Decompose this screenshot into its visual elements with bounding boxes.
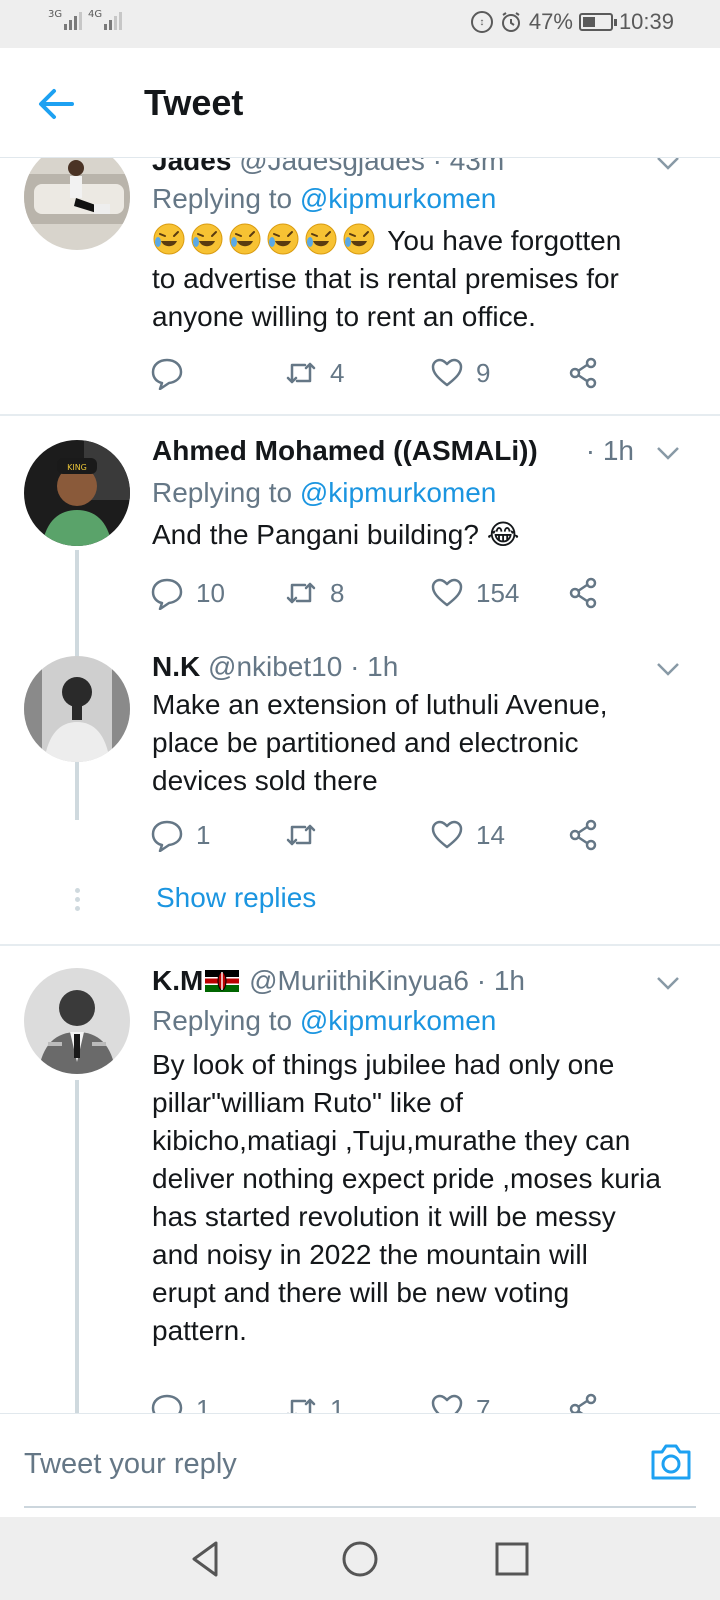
reply-button[interactable] — [150, 356, 196, 390]
chevron-down-icon[interactable] — [656, 446, 680, 460]
reply-button[interactable]: 1 — [150, 1392, 210, 1413]
chevron-down-icon[interactable] — [656, 662, 680, 676]
like-button[interactable]: 9 — [430, 356, 490, 390]
tweet-text: You have forgotten to advertise that is … — [152, 222, 686, 336]
avatar[interactable] — [24, 656, 130, 762]
replying-to: Replying to @kipmurkomen — [152, 183, 497, 214]
heart-icon — [431, 1394, 463, 1413]
share-button[interactable] — [566, 1392, 600, 1413]
avatar[interactable] — [24, 968, 130, 1074]
show-replies-link[interactable]: Show replies — [156, 882, 316, 914]
replying-to: Replying to @kipmurkomen — [152, 1005, 497, 1036]
thread-dots — [75, 888, 80, 915]
retweet-icon — [287, 1398, 316, 1413]
heart-icon — [431, 358, 463, 387]
alarm-icon — [501, 12, 520, 32]
data-saver-icon: ↕ — [470, 11, 493, 33]
thread-line — [75, 1080, 79, 1413]
replying-to: Replying to @kipmurkomen — [152, 477, 497, 508]
share-icon — [569, 357, 597, 389]
emoji-row — [152, 223, 387, 256]
nav-back-icon[interactable] — [184, 1537, 228, 1581]
tweet-author-line: Jades @Jadesgjades · 43m — [152, 158, 686, 180]
reply-icon — [151, 820, 183, 852]
retweet-button[interactable]: 8 — [284, 576, 344, 610]
chevron-down-icon[interactable] — [656, 976, 680, 990]
tweet-text: And the Pangani building? 😂 — [152, 519, 520, 550]
retweet-icon — [286, 582, 316, 604]
mention-link[interactable]: @kipmurkomen — [300, 1005, 496, 1036]
author-handle[interactable]: @Jadesgjades — [239, 158, 425, 176]
heart-icon — [431, 820, 463, 849]
rofl-emoji-icon — [229, 223, 261, 255]
like-button[interactable]: 7 — [430, 1392, 490, 1413]
author-name[interactable]: K.M — [152, 965, 203, 996]
reply-icon — [151, 578, 183, 610]
nav-recents-icon[interactable] — [490, 1537, 534, 1581]
tweet-text: By look of things jubilee had only one p… — [152, 1049, 661, 1346]
rofl-emoji-icon — [153, 223, 185, 255]
share-button[interactable] — [566, 576, 600, 610]
share-button[interactable] — [566, 356, 600, 390]
tweet-time: · 1h — [585, 435, 634, 466]
mention-link[interactable]: @kipmurkomen — [300, 477, 496, 508]
clock: 10:39 — [618, 9, 674, 34]
like-button[interactable]: 154 — [430, 576, 519, 610]
retweet-icon — [286, 362, 316, 384]
sim2-signal-icon: 4G — [88, 10, 123, 30]
share-icon — [569, 1393, 597, 1413]
rofl-emoji-icon — [305, 223, 337, 255]
reply-input-underline — [24, 1506, 696, 1508]
reply-icon — [151, 358, 183, 390]
author-name[interactable]: N.K — [152, 651, 200, 682]
reply-input[interactable]: Tweet your reply — [24, 1448, 237, 1481]
share-icon — [569, 819, 597, 851]
tweet-author-line: K.M @MuriithiKinyua6 · 1h — [152, 962, 686, 1000]
author-name[interactable]: Ahmed Mohamed ((ASMALi)) — [152, 435, 538, 466]
svg-text:KING: KING — [67, 463, 87, 472]
chevron-down-icon[interactable] — [656, 158, 680, 170]
retweet-button[interactable]: 4 — [284, 356, 344, 390]
like-button[interactable]: 14 — [430, 818, 505, 852]
author-handle[interactable]: @nkibet10 · 1h — [208, 651, 398, 682]
retweet-icon — [286, 824, 316, 846]
reply-button[interactable]: 1 — [150, 818, 210, 852]
kenya-flag-icon — [205, 970, 240, 992]
avatar[interactable]: KING — [24, 440, 130, 546]
mention-link[interactable]: @kipmurkomen — [300, 183, 496, 214]
status-bar: 3G 4G ↕ 47% 10:39 — [0, 0, 720, 48]
tweet-text: Make an extension of luthuli Avenue, pla… — [152, 689, 608, 796]
system-nav-bar — [0, 1517, 720, 1600]
reply-tweet[interactable]: Jades @Jadesgjades · 43m Replying to @ki… — [0, 158, 720, 416]
retweet-button[interactable]: 1 — [284, 1392, 344, 1413]
rofl-emoji-icon — [191, 223, 223, 255]
author-handle[interactable]: @MuriithiKinyua6 · 1h — [249, 965, 525, 996]
page-title: Tweet — [144, 82, 244, 123]
camera-icon[interactable] — [648, 1438, 694, 1484]
reply-composer: Tweet your reply — [0, 1413, 720, 1517]
back-arrow-icon[interactable] — [34, 82, 78, 126]
avatar[interactable] — [24, 158, 130, 250]
heart-icon — [431, 578, 463, 607]
tweet-author-line: N.K @nkibet10 · 1h — [152, 648, 686, 686]
top-app-bar: Tweet — [0, 48, 720, 158]
share-icon — [569, 577, 597, 609]
sim1-signal-icon: 3G — [48, 10, 83, 30]
retweet-button[interactable] — [284, 818, 330, 852]
nav-home-icon[interactable] — [338, 1537, 382, 1581]
reply-button[interactable]: 10 — [150, 576, 225, 610]
reply-feed[interactable]: Jades @Jadesgjades · 43m Replying to @ki… — [0, 158, 720, 1413]
reply-tweet[interactable]: K.M @MuriithiKinyua6 · 1h Replying to @k… — [0, 946, 720, 1413]
reply-tweet[interactable]: N.K @nkibet10 · 1h Make an extension of … — [0, 636, 720, 946]
share-button[interactable] — [566, 818, 600, 852]
battery-icon — [578, 13, 617, 31]
author-name[interactable]: Jades — [152, 158, 231, 176]
reply-tweet[interactable]: KING Ahmed Mohamed ((ASMALi)) · 1h Reply… — [0, 416, 720, 636]
rofl-emoji-icon — [267, 223, 299, 255]
tweet-time: · 43m — [432, 158, 505, 176]
battery-percent: 47% — [528, 9, 573, 34]
rofl-emoji-icon — [343, 223, 375, 255]
reply-icon — [151, 1394, 183, 1413]
